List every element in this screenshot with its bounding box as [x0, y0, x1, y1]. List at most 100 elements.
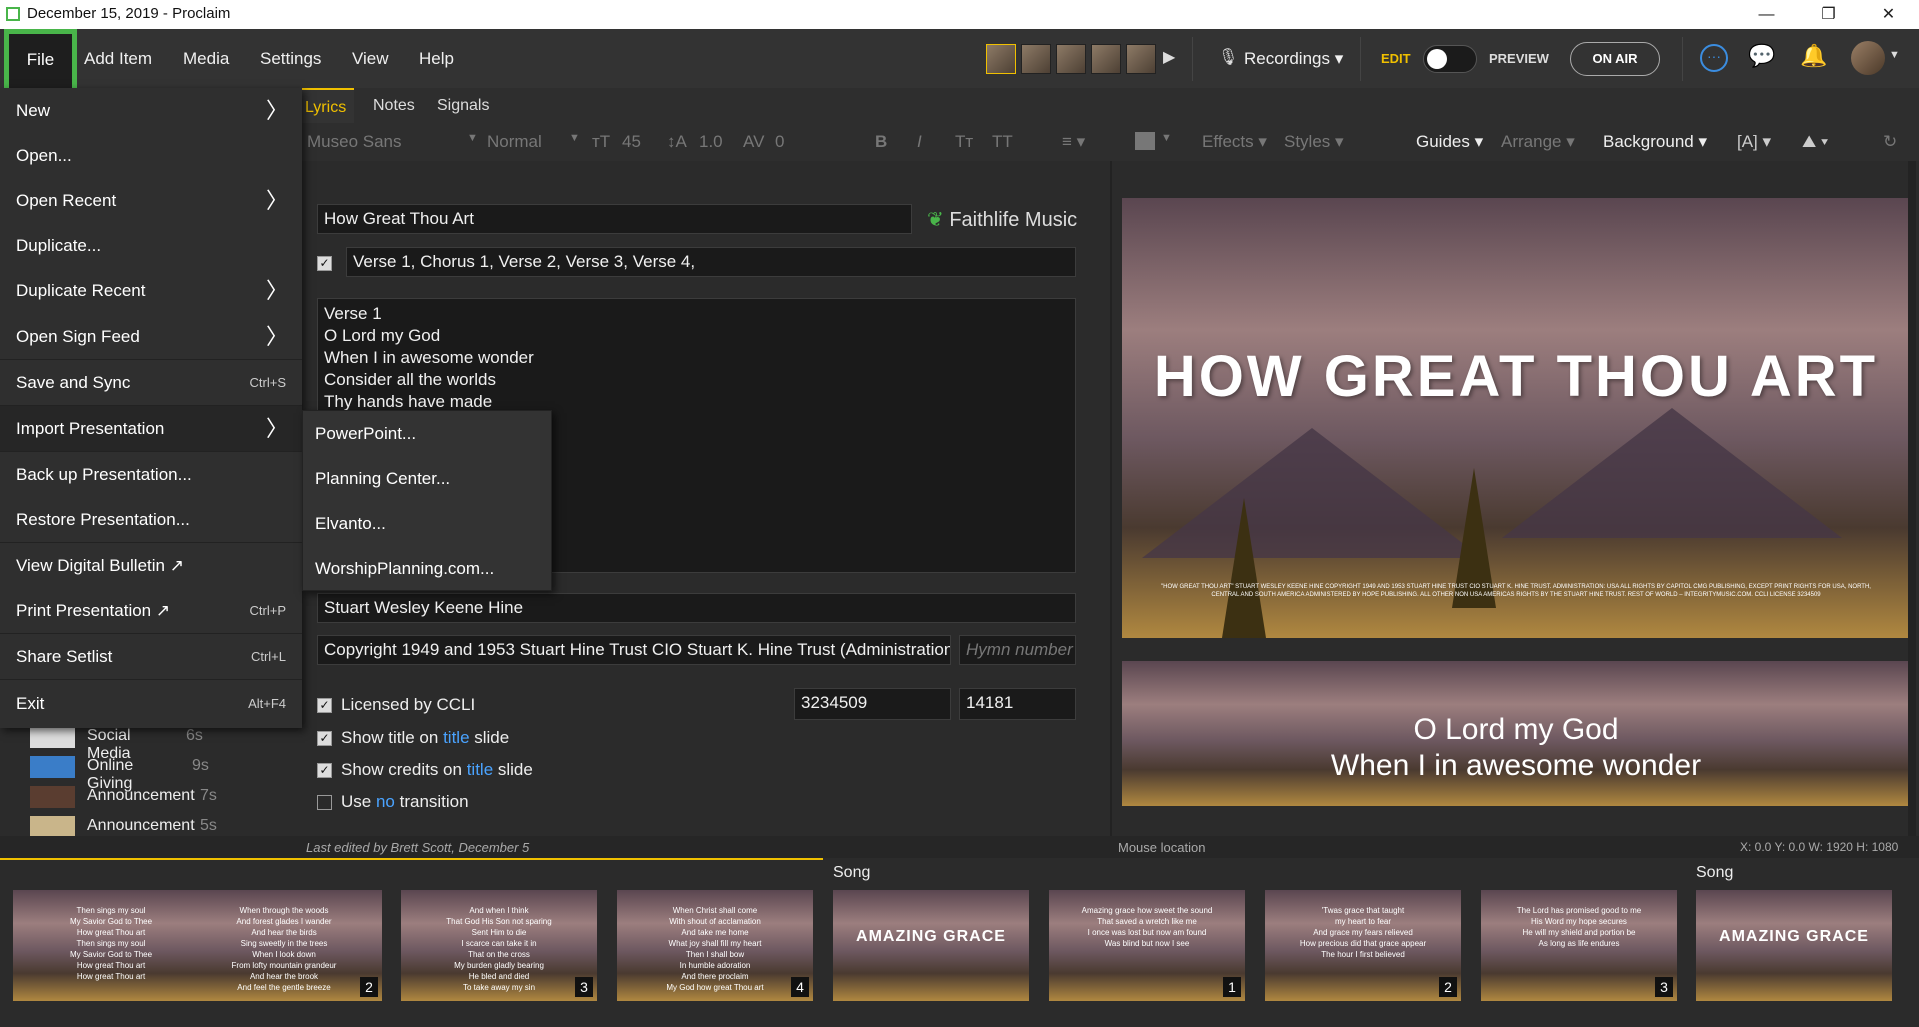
mouse-coordinates: X: 0.0 Y: 0.0 W: 1920 H: 1080 — [1740, 840, 1899, 854]
file-menu-item[interactable]: Back up Presentation... — [0, 452, 302, 498]
file-menu-item[interactable]: Save and Sync Ctrl+S — [0, 360, 302, 406]
view-menu[interactable]: View — [352, 29, 389, 88]
slide-thumbnail[interactable]: 'Twas grace that taught my heart to fear… — [1265, 890, 1461, 1001]
collaborator-avatar[interactable] — [1091, 44, 1121, 74]
chevron-down-icon[interactable]: ▼ — [1889, 49, 1900, 61]
file-menu-item[interactable]: Duplicate Recent 〉 — [0, 268, 302, 314]
font-size-input[interactable]: 45 — [622, 132, 641, 152]
slide-thumbnail[interactable]: The Lord has promised good to me His Wor… — [1481, 890, 1677, 1001]
slide-number-badge: 4 — [791, 977, 809, 997]
slide-thumbnail[interactable]: When Christ shall come With shout of acc… — [617, 890, 813, 1001]
file-menu-item[interactable]: Import Presentation 〉 — [0, 406, 302, 452]
collaborator-avatar[interactable] — [1126, 44, 1156, 74]
file-menu-item[interactable]: Share Setlist Ctrl+L — [0, 634, 302, 680]
background-menu[interactable]: Background ▾ — [1603, 132, 1707, 152]
add-item-menu[interactable]: Add Item — [84, 29, 152, 88]
collaborator-avatar[interactable] — [986, 44, 1016, 74]
import-elvanto[interactable]: Elvanto... — [303, 501, 553, 546]
on-air-button[interactable]: ON AIR — [1570, 42, 1660, 76]
file-menu-item[interactable]: View Digital Bulletin ↗ — [0, 543, 302, 589]
settings-menu[interactable]: Settings — [260, 29, 321, 88]
title-slide-preview[interactable]: HOW GREAT THOU ART "HOW GREAT THOU ART" … — [1122, 198, 1910, 638]
file-menu-item[interactable]: Exit Alt+F4 — [0, 681, 302, 727]
slide-thumbnail[interactable]: Amazing grace how sweet the sound That s… — [1049, 890, 1245, 1001]
scrollbar[interactable] — [1908, 161, 1916, 836]
arrange-menu[interactable]: Arrange ▾ — [1501, 132, 1575, 152]
show-credits-checkbox[interactable]: ✓ — [317, 763, 332, 778]
text-case-icon[interactable]: Tт — [955, 132, 973, 152]
font-family-select[interactable]: Museo Sans — [307, 132, 402, 152]
lyric-slide-preview[interactable]: O Lord my God When I in awesome wonder — [1122, 661, 1910, 806]
close-button[interactable]: ✕ — [1860, 0, 1917, 29]
tab-notes[interactable]: Notes — [365, 88, 423, 123]
menu-bar: File Add Item Media Settings View Help ▶… — [0, 29, 1919, 95]
file-menu-item[interactable]: Open Recent 〉 — [0, 178, 302, 224]
editor-tabs: Lyrics Notes Signals — [297, 88, 1919, 123]
effects-menu[interactable]: Effects ▾ — [1202, 132, 1267, 152]
transition-link[interactable]: no — [376, 792, 395, 811]
title-link[interactable]: title — [443, 728, 469, 747]
font-weight-select[interactable]: Normal — [487, 132, 542, 152]
uppercase-icon[interactable]: TT — [992, 132, 1013, 152]
slide-thumbnail[interactable]: AMAZING GRACE — [1696, 890, 1892, 1001]
bell-icon[interactable]: 🔔 — [1800, 43, 1827, 69]
author-input[interactable]: Stuart Wesley Keene Hine — [317, 593, 1076, 623]
slide-credits: "HOW GREAT THOU ART" STUART WESLEY KEENE… — [1161, 584, 1871, 598]
text-box-icon[interactable]: [A] ▾ — [1737, 132, 1771, 152]
menu-shortcut: Alt+F4 — [248, 696, 286, 711]
edit-preview-toggle[interactable] — [1423, 45, 1477, 73]
sequence-input[interactable]: Verse 1, Chorus 1, Verse 2, Verse 3, Ver… — [346, 247, 1076, 277]
title-link[interactable]: title — [467, 760, 493, 779]
slide-thumbnail[interactable]: AMAZING GRACE — [833, 890, 1029, 1001]
import-planning-center[interactable]: Planning Center... — [303, 456, 553, 501]
line-spacing-input[interactable]: 1.0 — [699, 132, 723, 152]
collaborator-avatar[interactable] — [1021, 44, 1051, 74]
slide-thumbnail[interactable]: Then sings my soul My Savior God to Thee… — [13, 890, 209, 1001]
file-menu-item[interactable]: Open Sign Feed 〉 — [0, 314, 302, 360]
image-icon[interactable]: ⛰ ▾ — [1802, 132, 1828, 152]
slide-thumbnail[interactable]: And when I think That God His Son not sp… — [401, 890, 597, 1001]
bold-button[interactable]: B — [875, 132, 887, 152]
user-avatar[interactable] — [1851, 41, 1885, 75]
song-title-input[interactable]: How Great Thou Art — [317, 204, 912, 234]
file-menu[interactable]: File — [4, 29, 77, 95]
import-worshipplanning[interactable]: WorshipPlanning.com... — [303, 546, 553, 591]
collaborator-avatar[interactable] — [1056, 44, 1086, 74]
song-number-input[interactable]: 14181 — [959, 688, 1076, 720]
slide-thumbnail[interactable]: When through the woods And forest glades… — [186, 890, 382, 1001]
italic-button[interactable]: I — [917, 132, 922, 152]
import-powerpoint[interactable]: PowerPoint... — [303, 411, 553, 456]
sequence-checkbox[interactable]: ✓ — [317, 256, 332, 271]
letter-spacing-input[interactable]: 0 — [775, 132, 784, 152]
show-title-checkbox[interactable]: ✓ — [317, 731, 332, 746]
more-icon[interactable]: ··· — [1700, 44, 1728, 72]
file-menu-item[interactable]: Duplicate... — [0, 223, 302, 269]
guides-menu[interactable]: Guides ▾ — [1416, 132, 1483, 152]
chat-icon[interactable]: 💬 — [1748, 43, 1775, 69]
tab-signals[interactable]: Signals — [429, 88, 497, 123]
file-menu-item[interactable]: Print Presentation ↗ Ctrl+P — [0, 588, 302, 634]
align-icon[interactable]: ≡ ▾ — [1062, 132, 1085, 152]
file-menu-item[interactable]: Restore Presentation... — [0, 497, 302, 543]
transition-checkbox[interactable] — [317, 795, 332, 810]
styles-menu[interactable]: Styles ▾ — [1284, 132, 1344, 152]
minimize-button[interactable]: — — [1738, 0, 1795, 29]
copyright-input[interactable]: Copyright 1949 and 1953 Stuart Hine Trus… — [317, 635, 951, 665]
recordings-menu[interactable]: Recordings ▾ — [1244, 29, 1343, 88]
hymn-number-input[interactable]: Hymn number — [959, 635, 1076, 665]
tab-lyrics[interactable]: Lyrics — [297, 88, 355, 123]
licensed-checkbox[interactable]: ✓ — [317, 698, 332, 713]
file-menu-item[interactable]: New 〉 — [0, 88, 302, 134]
menu-item-label: Print Presentation ↗ — [16, 601, 171, 620]
option-text: Show title on — [341, 728, 444, 747]
play-icon[interactable]: ▶ — [1163, 47, 1175, 67]
file-menu-item[interactable]: Open... — [0, 133, 302, 179]
help-menu[interactable]: Help — [419, 29, 454, 88]
media-menu[interactable]: Media — [183, 29, 229, 88]
ccli-number-input[interactable]: 3234509 — [794, 688, 951, 720]
color-swatch[interactable] — [1135, 132, 1155, 150]
restore-button[interactable]: ❐ — [1800, 0, 1857, 29]
menu-divider — [0, 679, 302, 680]
menu-item-label: Share Setlist — [16, 647, 113, 666]
undo-icon[interactable]: ↻ — [1883, 132, 1897, 152]
